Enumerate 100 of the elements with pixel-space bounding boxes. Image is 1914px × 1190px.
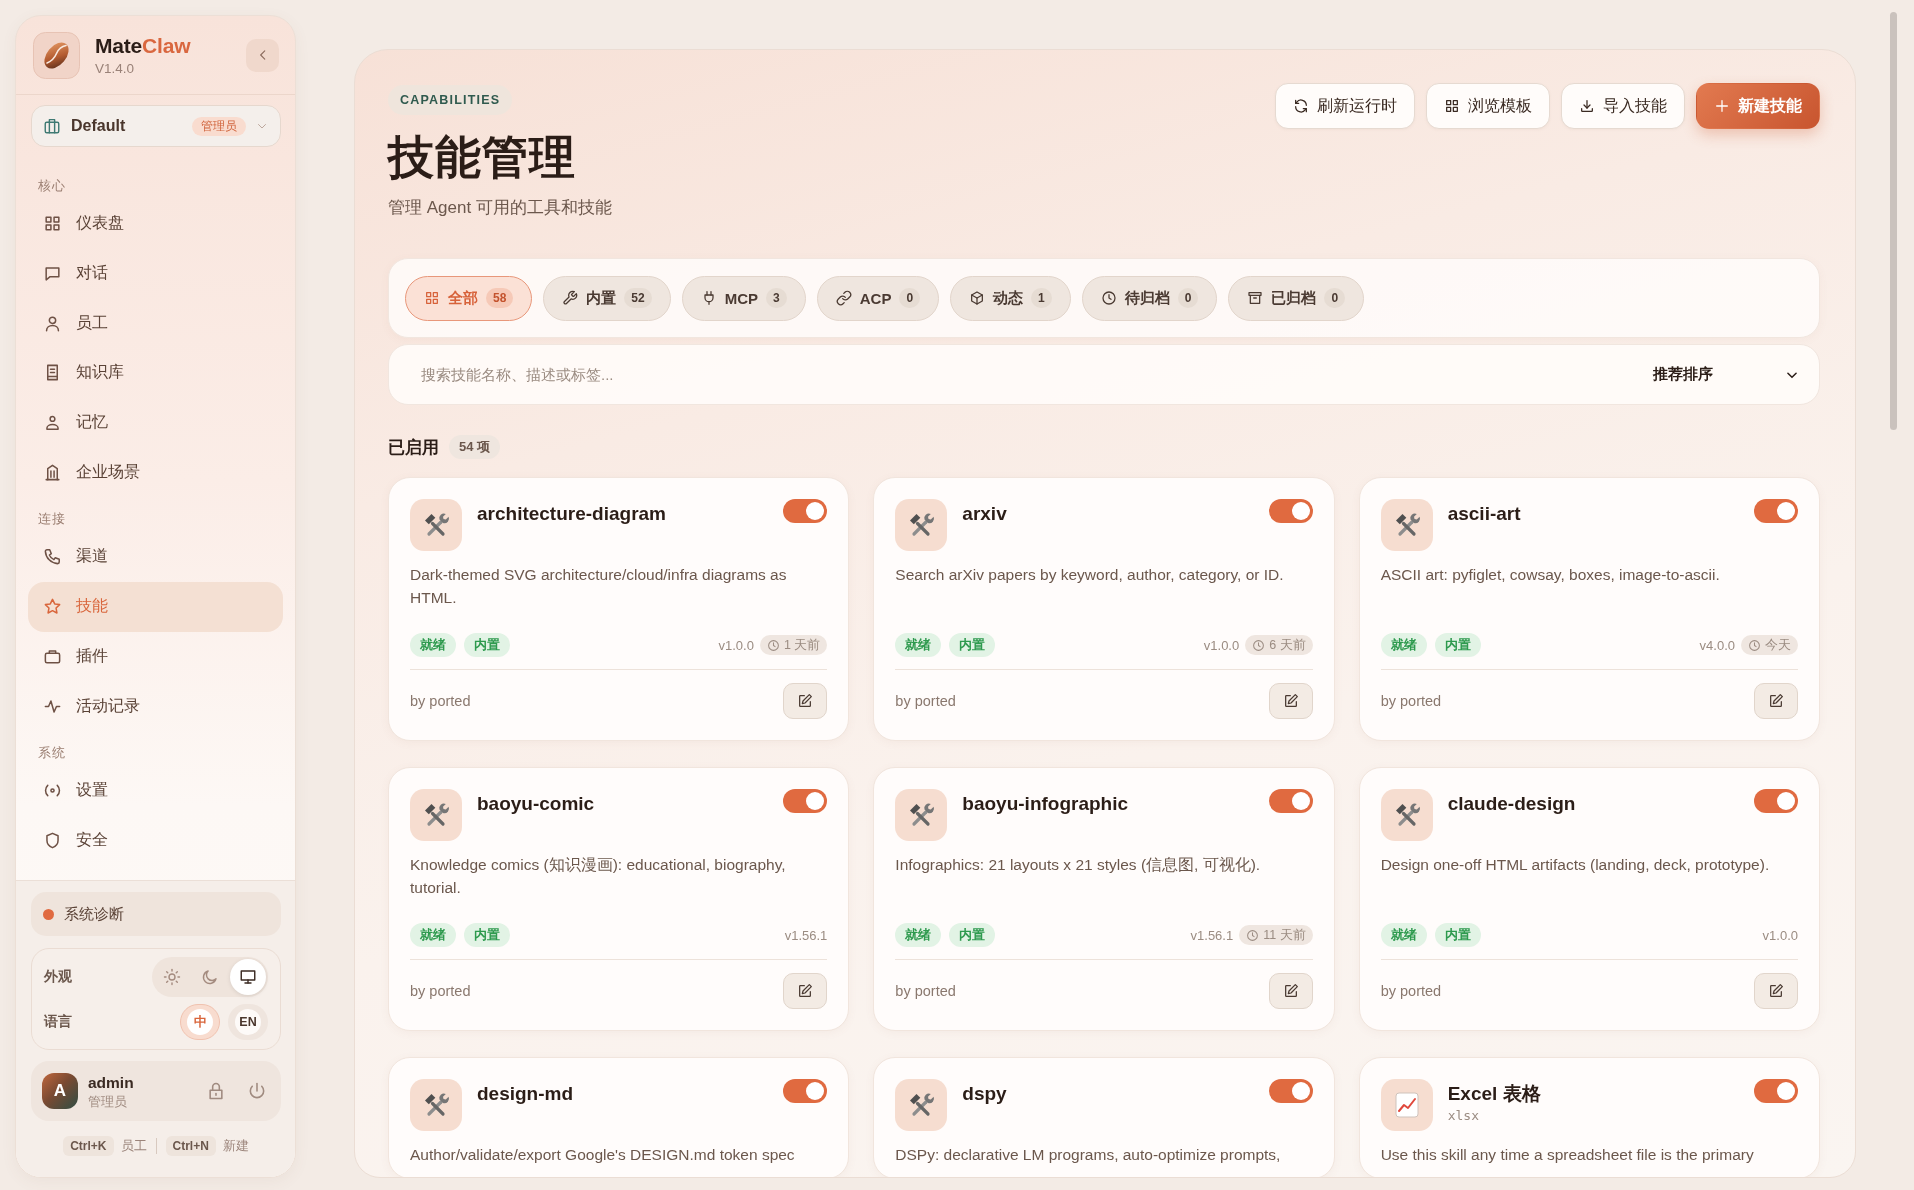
sort-dropdown[interactable]: 推荐排序: [1639, 356, 1799, 393]
updated-time: 1 天前: [783, 636, 821, 654]
skill-description: Author/validate/export Google's DESIGN.md token spec: [410, 1145, 796, 1165]
filter-tab[interactable]: 内置 52: [543, 275, 671, 321]
tab-count: 3: [766, 288, 787, 308]
phone-icon: [43, 547, 62, 567]
clock-icon: [766, 638, 780, 652]
clock-icon: [1100, 290, 1117, 306]
filter-tab[interactable]: 动态 1: [950, 275, 1071, 321]
skill-tag: 就绪: [895, 633, 942, 657]
nav-item[interactable]: 对话: [28, 248, 283, 299]
link-icon: [835, 290, 852, 306]
edit-button[interactable]: [1754, 683, 1798, 719]
tab-count: 58: [486, 288, 514, 308]
edit-icon: [1282, 983, 1299, 999]
edit-button[interactable]: [1268, 683, 1313, 719]
enable-toggle[interactable]: [783, 1079, 828, 1103]
skill-description: Knowledge comics (知识漫画): educational, biography, tutorial.: [410, 855, 787, 898]
nav-item[interactable]: 员工: [28, 298, 283, 349]
grid-icon: [43, 214, 62, 234]
tab-count: 52: [624, 288, 652, 308]
nav-item[interactable]: 企业场景: [28, 447, 283, 498]
clock-icon: [1748, 638, 1761, 652]
skill-description: Search arXiv papers by keyword, author, category, or ID.: [895, 565, 1285, 585]
skill-tag: 内置: [1434, 633, 1481, 657]
edit-button[interactable]: [783, 973, 828, 1009]
skill-description: Infographics: 21 layouts x 21 styles (信息图, 可视化).: [895, 855, 1262, 875]
filter-tab[interactable]: 待归档 0: [1081, 275, 1218, 321]
theme-option[interactable]: [230, 959, 266, 995]
skill-tag: 就绪: [410, 633, 456, 657]
tab-count: 0: [1324, 288, 1346, 308]
skill-name: design-md: [477, 1082, 575, 1106]
hammer-wrench-icon: [1380, 499, 1433, 551]
search-field[interactable]: 搜索技能名称、描述或标签... 推荐排序: [388, 344, 1820, 405]
filter-tab[interactable]: 已归档 0: [1228, 275, 1365, 321]
version-label: v1.56.1: [784, 927, 828, 943]
author-label: by ported: [1380, 983, 1442, 999]
scrollbar-thumb[interactable]: [1890, 12, 1897, 430]
nav-item[interactable]: 设置: [28, 765, 283, 816]
power-icon: [247, 1081, 267, 1101]
action-button[interactable]: 浏览模板: [1426, 83, 1550, 129]
star-icon: [43, 597, 62, 617]
clock-icon: [1252, 638, 1266, 652]
edit-icon: [797, 693, 814, 709]
skill-name: baoyu-infographic: [962, 792, 1130, 816]
edit-icon: [1768, 693, 1784, 709]
workspace-selector[interactable]: Default 管理员: [31, 105, 281, 147]
hammer-wrench-icon: [1380, 789, 1433, 841]
enable-toggle[interactable]: [1754, 499, 1798, 523]
enable-toggle[interactable]: [1268, 1079, 1313, 1103]
hammer-wrench-icon: [895, 499, 948, 551]
language-option[interactable]: 中: [180, 1004, 220, 1040]
version-label: v1.0.0: [1762, 927, 1798, 943]
updated-time: 6 天前: [1269, 636, 1306, 654]
enable-toggle[interactable]: [783, 499, 828, 523]
plus-icon: [1714, 98, 1730, 114]
edit-button[interactable]: [783, 683, 828, 719]
primary-button[interactable]: 新建技能: [1696, 83, 1820, 129]
person-icon: [43, 313, 62, 333]
page-title: 技能管理: [388, 132, 576, 183]
updated-time: 今天: [1765, 636, 1791, 654]
briefcase-icon: [43, 117, 61, 135]
author-label: by ported: [895, 693, 956, 709]
nav-item[interactable]: 插件: [28, 631, 283, 682]
skill-name: claude-design: [1447, 792, 1577, 816]
edit-icon: [1768, 983, 1784, 999]
edit-button[interactable]: [1268, 973, 1313, 1009]
action-button[interactable]: 刷新运行时: [1275, 83, 1415, 129]
updated-time: 11 天前: [1263, 926, 1306, 944]
user-icon: [43, 413, 62, 433]
nav-item[interactable]: 知识库: [28, 348, 283, 398]
archive-icon: [1247, 290, 1264, 306]
clock-icon: [1246, 928, 1260, 942]
enable-toggle[interactable]: [1754, 1079, 1798, 1103]
shield-icon: [43, 830, 62, 850]
action-button[interactable]: 导入技能: [1561, 83, 1685, 129]
user-avatar: A: [42, 1073, 78, 1109]
enable-toggle[interactable]: [1754, 789, 1798, 813]
shortcut-key: Ctrl+N: [165, 1136, 216, 1156]
enable-toggle[interactable]: [783, 789, 828, 813]
enable-toggle[interactable]: [1268, 499, 1313, 523]
diagnostics-button[interactable]: 系统诊断: [31, 892, 281, 936]
refresh-icon: [1293, 98, 1309, 114]
language-option[interactable]: EN: [228, 1004, 268, 1040]
skill-subtitle: xlsx: [1447, 1107, 1480, 1125]
nav-section-label: 连接: [37, 511, 67, 529]
nav-item[interactable]: 渠道: [28, 532, 283, 582]
nav-item[interactable]: 活动记录: [28, 681, 283, 731]
nav-item[interactable]: 安全: [28, 815, 283, 866]
appearance-label: 外观: [44, 968, 72, 986]
nav-item[interactable]: 仪表盘: [28, 199, 283, 249]
nav-item[interactable]: 记忆: [28, 397, 283, 448]
grid-icon: [424, 290, 440, 306]
skill-tag: 就绪: [1380, 633, 1427, 657]
app-version: V1.4.0: [95, 60, 136, 77]
filter-tab[interactable]: MCP 3: [681, 275, 806, 321]
count-badge: 54 项: [449, 435, 501, 459]
filter-tab[interactable]: ACP 0: [816, 275, 940, 321]
enable-toggle[interactable]: [1268, 789, 1313, 813]
edit-button[interactable]: [1754, 973, 1798, 1009]
